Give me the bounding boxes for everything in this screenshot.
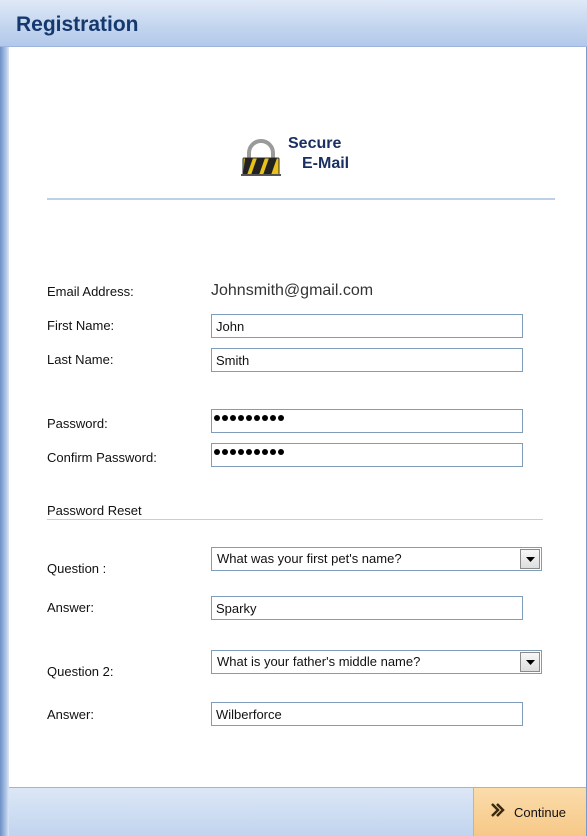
password-mask-dot xyxy=(222,415,228,421)
password-mask-dot xyxy=(246,415,252,421)
double-chevron-right-icon xyxy=(491,803,505,817)
registration-content: Secure E-Mail Email Address: Johnsmith@g… xyxy=(9,47,586,787)
email-label: Email Address: xyxy=(47,284,134,299)
question1-label: Question : xyxy=(47,561,107,576)
first-name-input[interactable] xyxy=(211,314,523,338)
answer2-label: Answer: xyxy=(47,707,94,722)
password-mask-dot xyxy=(230,415,236,421)
confirm-password-mask xyxy=(214,449,284,455)
answer1-label: Answer: xyxy=(47,600,94,615)
question2-select[interactable]: What is your father's middle name? xyxy=(211,650,542,674)
answer2-input[interactable] xyxy=(211,702,523,726)
continue-button[interactable]: Continue xyxy=(473,788,586,836)
confirm-password-input[interactable] xyxy=(211,443,523,467)
question2-dropdown-button[interactable] xyxy=(520,652,540,672)
password-mask-dot xyxy=(246,449,252,455)
logo-text-secure: Secure xyxy=(288,135,342,152)
password-mask-dot xyxy=(214,449,220,455)
password-reset-heading: Password Reset xyxy=(47,503,142,518)
password-mask-dot xyxy=(262,449,268,455)
password-mask-dot xyxy=(222,449,228,455)
password-mask-dot xyxy=(238,449,244,455)
window-title: Registration xyxy=(16,13,139,36)
question1-selected-value: What was your first pet's name? xyxy=(217,551,402,566)
password-mask-dot xyxy=(254,415,260,421)
first-name-label: First Name: xyxy=(47,318,115,333)
question1-dropdown-button[interactable] xyxy=(520,549,540,569)
question2-selected-value: What is your father's middle name? xyxy=(217,654,421,669)
continue-label: Continue xyxy=(514,805,567,820)
password-mask-dot xyxy=(254,449,260,455)
password-mask-dot xyxy=(278,415,284,421)
password-mask-dot xyxy=(230,449,236,455)
registration-window: Registration Secure E-Mail Email Address… xyxy=(0,0,587,836)
password-input[interactable] xyxy=(211,409,523,433)
password-mask-dot xyxy=(270,449,276,455)
chevron-down-icon xyxy=(526,557,535,562)
question2-label: Question 2: xyxy=(47,664,114,679)
password-mask-dot xyxy=(278,449,284,455)
password-mask-dot xyxy=(214,415,220,421)
header-divider xyxy=(47,198,555,200)
logo-text-email: E-Mail xyxy=(302,155,350,172)
password-mask-dot xyxy=(262,415,268,421)
password-mask-dot xyxy=(238,415,244,421)
password-reset-divider xyxy=(47,519,543,520)
password-mask xyxy=(214,415,284,421)
password-mask-dot xyxy=(270,415,276,421)
email-value: Johnsmith@gmail.com xyxy=(211,282,374,299)
secure-email-logo: Secure E-Mail xyxy=(231,135,381,180)
title-bar: Registration xyxy=(0,0,587,47)
last-name-input[interactable] xyxy=(211,348,523,372)
confirm-password-label: Confirm Password: xyxy=(47,450,157,465)
answer1-input[interactable] xyxy=(211,596,523,620)
last-name-label: Last Name: xyxy=(47,352,114,367)
password-label: Password: xyxy=(47,416,108,431)
padlock-icon xyxy=(241,139,281,176)
footer-bar: Continue xyxy=(9,787,586,836)
question1-select[interactable]: What was your first pet's name? xyxy=(211,547,542,571)
chevron-down-icon xyxy=(526,660,535,665)
window-left-border xyxy=(0,0,9,836)
